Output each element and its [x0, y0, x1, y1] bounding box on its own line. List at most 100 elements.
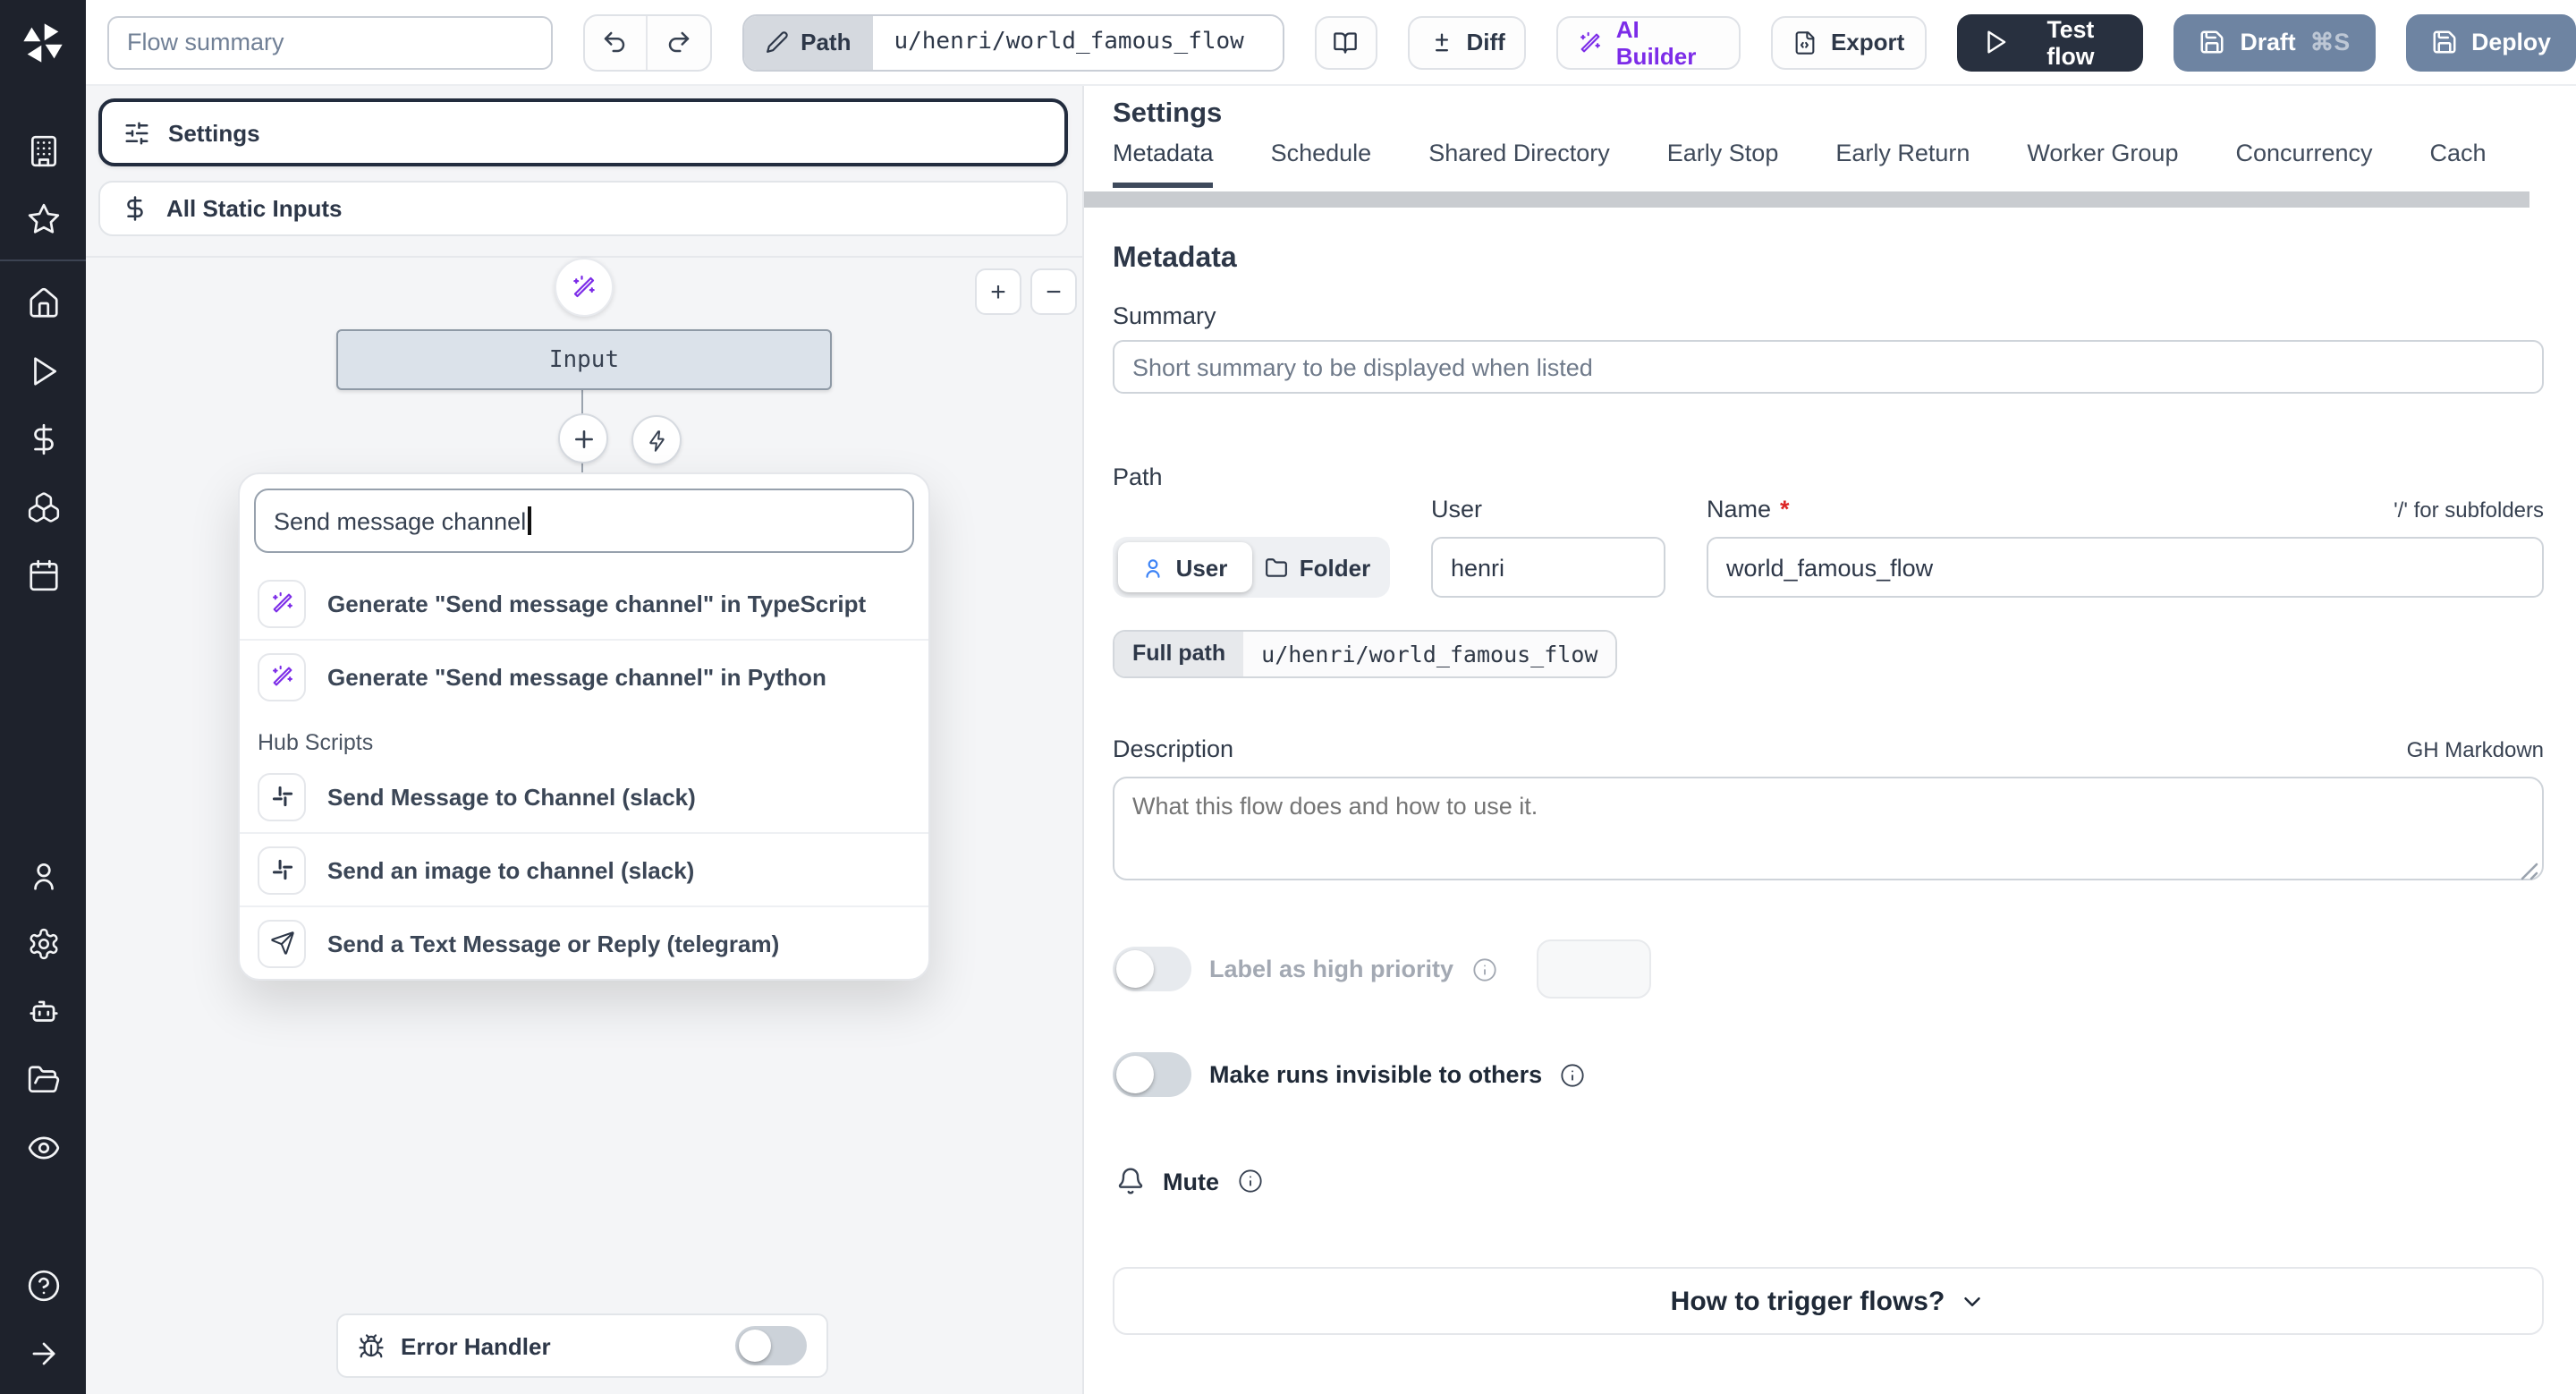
bug-icon: [358, 1332, 385, 1359]
mute-row: Mute: [1113, 1167, 2544, 1195]
export-button[interactable]: Export: [1771, 15, 1927, 69]
mute-label: Mute: [1163, 1168, 1219, 1194]
windmill-logo[interactable]: [16, 16, 70, 70]
menu-item-label: Generate "Send message channel" in TypeS…: [327, 590, 867, 616]
resources-boxes-icon[interactable]: [0, 472, 86, 540]
high-priority-toggle[interactable]: [1113, 947, 1191, 991]
resize-handle[interactable]: [2521, 863, 2538, 880]
flow-settings-box[interactable]: Settings: [98, 98, 1068, 166]
edit-path-button[interactable]: Path: [743, 15, 873, 69]
flow-path-value[interactable]: u/henri/world_famous_flow: [872, 15, 1284, 69]
info-icon[interactable]: [1560, 1062, 1585, 1087]
error-handler-node[interactable]: Error Handler: [336, 1313, 828, 1378]
flow-summary-input[interactable]: [107, 15, 552, 69]
deploy-button[interactable]: Deploy: [2405, 13, 2576, 71]
info-icon[interactable]: [1237, 1169, 1262, 1194]
menu-item-telegram-send-text[interactable]: Send a Text Message or Reply (telegram): [240, 907, 928, 979]
description-textarea[interactable]: [1113, 777, 2544, 880]
menu-item-slack-send-message[interactable]: Send Message to Channel (slack): [240, 761, 928, 832]
info-icon[interactable]: [1471, 956, 1496, 982]
error-handler-label: Error Handler: [401, 1332, 551, 1359]
flow-canvas[interactable]: Settings All Static Inputs + − Input Sen…: [86, 86, 1084, 1394]
ai-builder-button[interactable]: AI Builder: [1556, 15, 1741, 69]
audit-eye-icon[interactable]: [0, 1113, 86, 1181]
workspace-building-icon[interactable]: [0, 116, 86, 184]
diff-icon: [1428, 30, 1453, 55]
input-node[interactable]: Input: [336, 329, 832, 390]
invisible-runs-row: Make runs invisible to others: [1113, 1052, 2544, 1097]
redo-button[interactable]: [646, 15, 709, 69]
docs-button[interactable]: [1315, 15, 1377, 69]
test-flow-button[interactable]: Test flow: [1956, 13, 2144, 71]
slack-icon: [258, 846, 306, 894]
menu-item-generate-typescript[interactable]: Generate "Send message channel" in TypeS…: [240, 567, 928, 639]
file-code-icon: [1793, 30, 1818, 55]
undo-button[interactable]: [584, 15, 646, 69]
path-section-label: Path: [1113, 463, 1163, 490]
redo-icon: [665, 29, 692, 55]
sliders-icon: [123, 119, 150, 146]
expand-sidebar-arrow-icon[interactable]: [0, 1319, 86, 1387]
all-static-inputs-box[interactable]: All Static Inputs: [98, 181, 1068, 236]
zoom-in-label: +: [990, 276, 1006, 307]
full-path-label: Full path: [1114, 632, 1244, 676]
topbar: Path u/henri/world_famous_flow Diff AI B…: [86, 0, 2576, 86]
summary-field-wrap: [1113, 340, 2544, 394]
favorites-star-icon[interactable]: [0, 184, 86, 252]
draft-label: Draft: [2240, 29, 2296, 55]
path-user-input[interactable]: [1431, 537, 1665, 598]
folders-icon[interactable]: [0, 1045, 86, 1113]
settings-gear-icon[interactable]: [0, 909, 86, 977]
runs-play-icon[interactable]: [0, 336, 86, 404]
add-step-button[interactable]: [558, 413, 608, 463]
invisible-runs-label: Make runs invisible to others: [1209, 1061, 1543, 1088]
draft-button[interactable]: Draft ⌘S: [2174, 13, 2376, 71]
ai-flow-wand-button[interactable]: [555, 258, 614, 317]
bell-icon: [1116, 1167, 1145, 1195]
flow-path-group: Path u/henri/world_famous_flow: [741, 13, 1285, 71]
path-name-input[interactable]: [1707, 537, 2544, 598]
high-priority-label: Label as high priority: [1209, 956, 1454, 982]
owner-kind-folder-button[interactable]: Folder: [1251, 542, 1385, 592]
trigger-help-wrap: How to trigger flows?: [1113, 1267, 2544, 1335]
step-search-input[interactable]: Send message channel: [254, 489, 914, 553]
undo-icon: [602, 29, 629, 55]
owner-kind-user-button[interactable]: User: [1118, 542, 1251, 592]
how-to-trigger-flows-button[interactable]: How to trigger flows?: [1113, 1267, 2544, 1335]
menu-item-generate-python[interactable]: Generate "Send message channel" in Pytho…: [240, 641, 928, 712]
workers-robot-icon[interactable]: [0, 977, 86, 1045]
priority-value-input[interactable]: [1536, 939, 1651, 999]
wand-sparkles-icon: [258, 579, 306, 627]
users-icon[interactable]: [0, 841, 86, 909]
diff-button[interactable]: Diff: [1407, 15, 1527, 69]
zoom-in-button[interactable]: +: [975, 268, 1021, 315]
menu-item-slack-send-image[interactable]: Send an image to channel (slack): [240, 834, 928, 905]
schedules-calendar-icon[interactable]: [0, 540, 86, 608]
slack-icon: [258, 772, 306, 820]
menu-item-label: Send an image to channel (slack): [327, 856, 695, 883]
home-icon[interactable]: [0, 268, 86, 336]
name-field-label-row: Name * '/' for subfolders: [1707, 496, 2544, 523]
wand-sparkles-icon: [571, 274, 597, 301]
draft-shortcut: ⌘S: [2309, 28, 2351, 55]
zoom-out-button[interactable]: −: [1030, 268, 1077, 315]
path-fields: User Folder User henri Name * '/' for su…: [1113, 496, 2544, 598]
subfolder-hint: '/' for subfolders: [2394, 497, 2544, 522]
metadata-content: Metadata Summary Path User: [1113, 86, 2544, 1394]
name-field-label: Name: [1707, 496, 1772, 523]
export-label: Export: [1830, 29, 1905, 55]
text-caret: [528, 506, 531, 535]
trigger-help-label: How to trigger flows?: [1670, 1286, 1945, 1316]
menu-item-label: Generate "Send message channel" in Pytho…: [327, 663, 826, 690]
error-handler-toggle[interactable]: [735, 1326, 807, 1365]
add-trigger-button[interactable]: [631, 415, 682, 465]
full-path-row: Full path u/henri/world_famous_flow: [1113, 630, 2544, 678]
user-field-label: User: [1431, 496, 1483, 523]
help-icon[interactable]: [0, 1251, 86, 1319]
markdown-hint: GH Markdown: [2406, 737, 2544, 762]
menu-item-label: Send a Text Message or Reply (telegram): [327, 930, 780, 956]
canvas-zoom-controls: + −: [975, 268, 1077, 315]
variables-dollar-icon[interactable]: [0, 404, 86, 472]
invisible-runs-toggle[interactable]: [1113, 1052, 1191, 1097]
summary-input[interactable]: [1113, 340, 2544, 394]
